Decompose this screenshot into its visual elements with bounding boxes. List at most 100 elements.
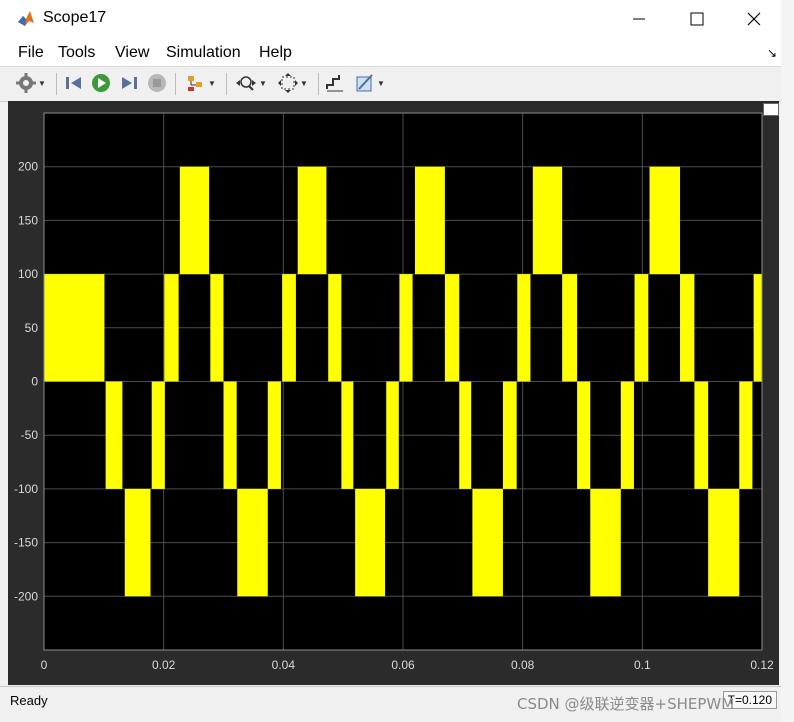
title-bar: Scope17 — [0, 0, 781, 38]
signal-band — [297, 166, 327, 275]
scope-window: Scope17 File Tools View Simulation Help … — [0, 0, 782, 722]
signal-band — [694, 381, 709, 489]
gear-icon — [16, 73, 37, 93]
style-button[interactable]: ▼ — [350, 72, 390, 94]
signal-band — [680, 274, 695, 382]
signal-band — [164, 274, 179, 382]
signal-band — [517, 274, 531, 382]
fit-to-view-icon — [278, 73, 299, 93]
y-tick-label: 100 — [18, 267, 38, 281]
signal-band — [267, 381, 281, 489]
signal-selector-button[interactable]: ▼ — [181, 72, 221, 94]
signal-band — [414, 166, 445, 275]
signal-band — [649, 166, 681, 275]
signal-band — [179, 166, 210, 275]
toolbar-separator — [318, 73, 319, 95]
minimize-button[interactable] — [610, 0, 668, 38]
window-title: Scope17 — [43, 9, 107, 26]
signal-band — [124, 488, 151, 597]
chevron-down-icon: ▼ — [300, 78, 308, 88]
signal-band — [44, 274, 105, 382]
signal-band — [223, 381, 237, 489]
maximize-button[interactable] — [668, 0, 726, 38]
y-tick-label: 200 — [18, 160, 38, 174]
matlab-icon — [17, 10, 35, 28]
signal-band — [459, 381, 472, 489]
signal-band — [577, 381, 591, 489]
signal-band — [739, 381, 753, 489]
signal-band — [472, 488, 503, 597]
chevron-down-icon: ▼ — [38, 78, 46, 88]
signal-band — [355, 488, 386, 597]
signal-band — [282, 274, 296, 382]
run-icon — [92, 74, 110, 92]
cursor-measure-icon — [326, 75, 343, 92]
signal-band — [386, 381, 399, 489]
dock-arrow-icon[interactable]: ↘ — [767, 46, 777, 60]
run-button[interactable] — [89, 72, 113, 94]
signal-band — [502, 381, 517, 489]
style-icon — [356, 74, 373, 92]
menu-file[interactable]: File — [18, 44, 44, 62]
signal-band — [620, 381, 634, 489]
step-back-button[interactable] — [62, 72, 86, 94]
signal-band — [105, 381, 123, 489]
background-window-strip — [781, 0, 794, 722]
signal-band — [708, 488, 740, 597]
signal-band — [151, 381, 165, 489]
plot-panel: 0 0.02 0.04 0.06 0.08 0.1 0.12 -200 -150 -100 -50 0… — [8, 101, 779, 685]
x-tick-label: 0.02 — [152, 658, 176, 672]
y-tick-label: 50 — [25, 321, 39, 335]
y-tick-label: -100 — [14, 482, 38, 496]
y-tick-label: 150 — [18, 213, 38, 227]
config-button[interactable]: ▼ — [12, 72, 50, 94]
stop-button[interactable] — [145, 72, 169, 94]
y-tick-label: -200 — [14, 589, 38, 603]
minimize-icon — [633, 18, 645, 20]
zoom-button[interactable]: ▼ — [232, 72, 270, 94]
signal-band — [562, 274, 578, 382]
toolbar: ▼ ▼ ▼ ▼ ▼ — [0, 66, 781, 102]
signal-band — [328, 274, 342, 382]
watermark: CSDN @级联逆变器+SHEPWM — [517, 695, 735, 713]
step-forward-icon — [122, 77, 137, 89]
status-text: Ready — [10, 693, 48, 708]
fit-to-view-button[interactable]: ▼ — [273, 72, 313, 94]
menu-help[interactable]: Help — [259, 44, 292, 62]
signal-hierarchy-icon — [188, 76, 203, 91]
signal-band — [634, 274, 649, 382]
signal-band — [399, 274, 413, 382]
step-back-icon — [66, 77, 81, 89]
toolbar-separator — [56, 73, 57, 95]
x-tick-label: 0.04 — [272, 658, 296, 672]
x-tick-label: 0.1 — [634, 658, 651, 672]
menu-tools[interactable]: Tools — [58, 44, 95, 62]
y-tick-label: -50 — [21, 428, 39, 442]
zoom-icon — [236, 76, 257, 91]
step-forward-button[interactable] — [117, 72, 141, 94]
y-tick-label: 0 — [31, 375, 38, 389]
cursor-measurements-button[interactable] — [324, 72, 346, 94]
x-tick-label: 0.06 — [391, 658, 415, 672]
signal-band — [444, 274, 460, 382]
maximize-icon — [690, 12, 704, 26]
x-tick-label: 0.12 — [750, 658, 774, 672]
x-tick-label: 0.08 — [511, 658, 535, 672]
signal-band — [237, 488, 268, 597]
chevron-down-icon: ▼ — [208, 78, 216, 88]
toolbar-separator — [226, 73, 227, 95]
signal-band — [532, 166, 563, 275]
signal-band — [590, 488, 621, 597]
menu-bar: File Tools View Simulation Help ↘ — [0, 38, 781, 66]
toolbar-separator — [175, 73, 176, 95]
menu-view[interactable]: View — [115, 44, 149, 62]
chevron-down-icon: ▼ — [259, 78, 267, 88]
chevron-down-icon: ▼ — [377, 78, 385, 88]
y-tick-label: -150 — [14, 536, 38, 550]
menu-simulation[interactable]: Simulation — [166, 44, 241, 62]
signal-band — [753, 274, 762, 382]
close-button[interactable] — [725, 0, 783, 38]
stop-icon — [148, 74, 166, 92]
scope-plot[interactable]: 0 0.02 0.04 0.06 0.08 0.1 0.12 -200 -150 -100 -50 0… — [8, 101, 779, 685]
x-tick-label: 0 — [41, 658, 48, 672]
